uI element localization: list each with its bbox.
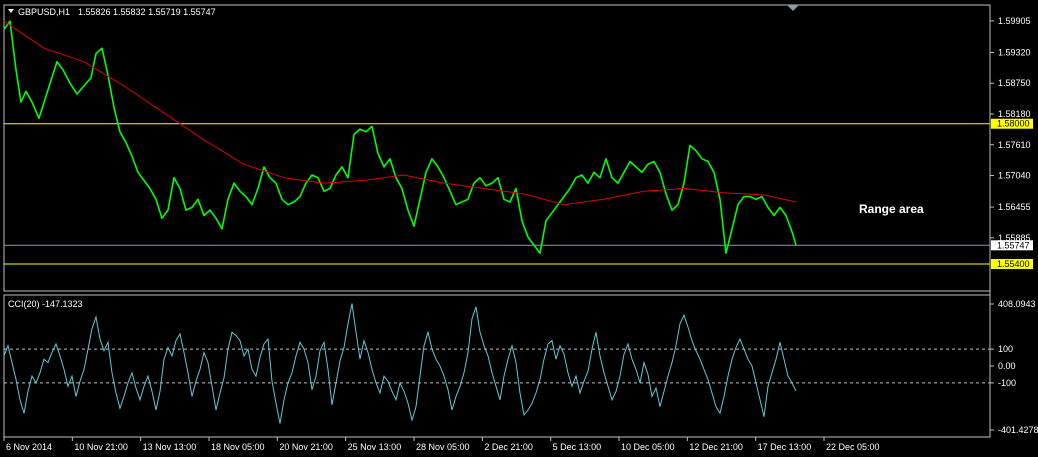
price-tick-label: 1.58180 — [998, 109, 1031, 119]
trading-chart[interactable]: GBPUSD,H1 1.55826 1.55832 1.55719 1.5574… — [0, 0, 1038, 457]
price-panel[interactable] — [3, 4, 991, 292]
time-tick-label: 20 Nov 21:00 — [279, 442, 333, 452]
price-tick-label: 1.57610 — [998, 140, 1031, 150]
price-tick-label: 1.59320 — [998, 47, 1031, 57]
time-tick-label: 18 Nov 05:00 — [211, 442, 265, 452]
cci-title: CCI(20) -147.1323 — [8, 299, 83, 309]
time-tick-label: 28 Nov 05:00 — [416, 442, 470, 452]
cci-tick-label: -401.4278 — [998, 425, 1038, 435]
cci-tick-label: -100 — [998, 378, 1016, 388]
time-tick-label: 10 Dec 05:00 — [621, 442, 675, 452]
time-tick-label: 5 Dec 13:00 — [553, 442, 602, 452]
cci-tick-label: 408.0943 — [998, 299, 1036, 309]
cci-tick-label: 0.00 — [998, 361, 1016, 371]
time-tick-label: 17 Dec 13:00 — [758, 442, 812, 452]
level-price-label: 1.58000 — [997, 119, 1030, 129]
time-tick-label: 25 Nov 13:00 — [348, 442, 402, 452]
range-area-annotation: Range area — [859, 202, 924, 216]
time-tick-label: 6 Nov 2014 — [6, 442, 52, 452]
time-tick-label: 13 Nov 13:00 — [143, 442, 197, 452]
time-tick-label: 10 Nov 21:00 — [74, 442, 128, 452]
cci-panel[interactable] — [3, 294, 991, 438]
chart-symbol: GBPUSD,H1 — [18, 7, 70, 17]
level-price-label: 1.55400 — [997, 259, 1030, 269]
last-price-label: 1.55747 — [997, 240, 1030, 250]
price-tick-label: 1.57040 — [998, 171, 1031, 181]
price-tick-label: 1.59905 — [998, 16, 1031, 26]
time-tick-label: 22 Dec 05:00 — [826, 442, 880, 452]
time-tick-label: 12 Dec 21:00 — [689, 442, 743, 452]
price-tick-label: 1.56455 — [998, 202, 1031, 212]
price-tick-label: 1.58750 — [998, 78, 1031, 88]
cci-tick-label: 100 — [998, 344, 1013, 354]
chart-ohlc: 1.55826 1.55832 1.55719 1.55747 — [78, 7, 216, 17]
time-tick-label: 2 Dec 21:00 — [484, 442, 533, 452]
